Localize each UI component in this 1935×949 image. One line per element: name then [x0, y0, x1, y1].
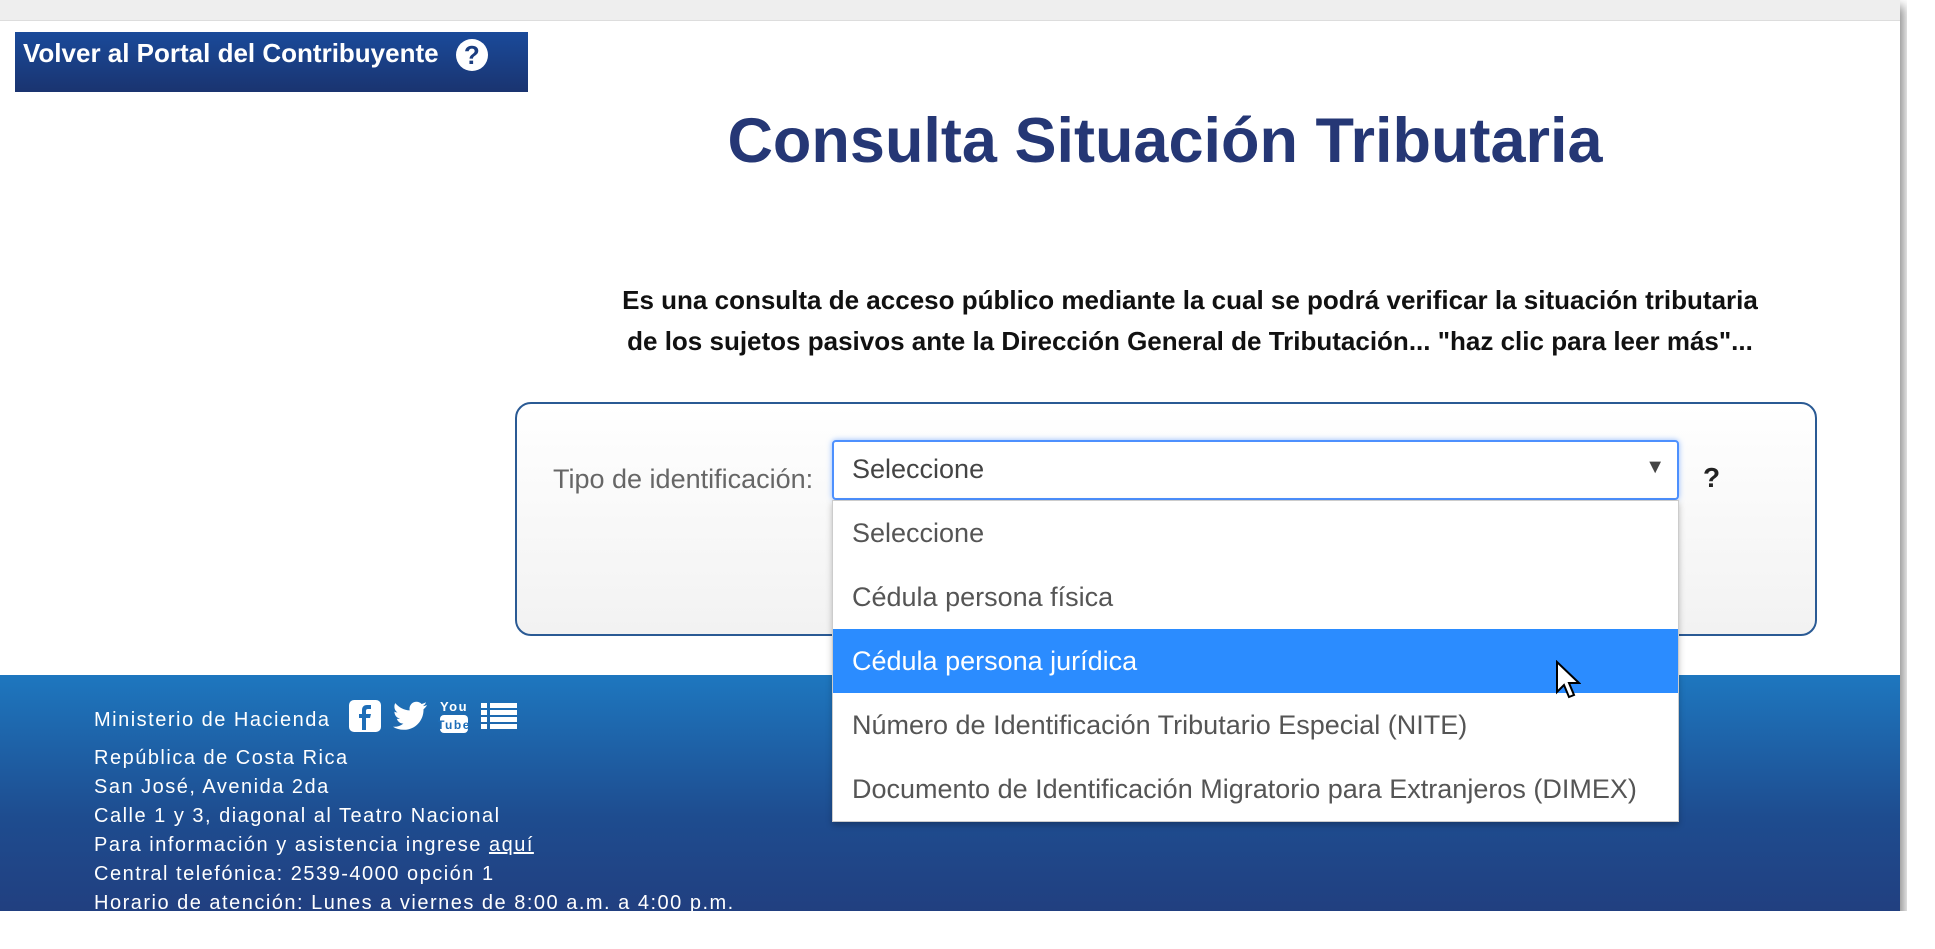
intro-line-1: Es una consulta de acceso público median…: [622, 285, 1758, 315]
id-type-selected-value: Seleccione: [852, 454, 985, 484]
footer-address-1: San José, Avenida 2da: [94, 776, 330, 798]
back-to-portal-button[interactable]: Volver al Portal del Contribuyente ?: [15, 32, 528, 92]
intro-text[interactable]: Es una consulta de acceso público median…: [520, 280, 1860, 362]
id-type-label: Tipo de identificación:: [553, 464, 814, 494]
option-nite[interactable]: Número de Identificación Tributario Espe…: [833, 693, 1678, 757]
list-icon[interactable]: [480, 701, 518, 740]
torn-edge-bottom: [0, 911, 1935, 949]
page: Volver al Portal del Contribuyente ? Con…: [0, 0, 1900, 920]
id-type-help-icon[interactable]: ?: [1703, 462, 1720, 494]
intro-line-2: de los sujetos pasivos ante la Dirección…: [627, 326, 1753, 356]
twitter-icon[interactable]: [392, 701, 428, 740]
mouse-pointer-icon: [1555, 659, 1582, 705]
svg-text:You: You: [439, 699, 467, 714]
id-type-dropdown-list: Seleccione Cédula persona física Cédula …: [832, 500, 1679, 822]
footer-info-link[interactable]: aquí: [489, 834, 534, 856]
option-cedula-fisica[interactable]: Cédula persona física: [833, 565, 1678, 629]
dropdown-arrow-icon: ▼: [1645, 456, 1665, 478]
youtube-icon[interactable]: You Tube: [437, 697, 470, 744]
id-type-select[interactable]: Seleccione ▼: [832, 440, 1679, 500]
footer-country: República de Costa Rica: [94, 747, 349, 769]
footer-phone: Central telefónica: 2539-4000 opción 1: [94, 863, 495, 885]
facebook-icon[interactable]: [348, 699, 382, 742]
back-to-portal-label: Volver al Portal del Contribuyente: [23, 38, 439, 68]
footer-ministry: Ministerio de Hacienda: [94, 708, 331, 731]
footer-address-2: Calle 1 y 3, diagonal al Teatro Nacional: [94, 805, 501, 827]
social-links: You Tube: [348, 697, 518, 744]
page-title: Consulta Situación Tributaria: [727, 106, 1603, 176]
top-strip: [0, 0, 1900, 21]
option-cedula-juridica[interactable]: Cédula persona jurídica: [833, 629, 1678, 693]
footer-info-text: Para información y asistencia ingrese: [94, 834, 482, 856]
option-seleccione[interactable]: Seleccione: [833, 501, 1678, 565]
help-icon[interactable]: ?: [455, 39, 488, 72]
svg-text:Tube: Tube: [438, 718, 470, 732]
option-dimex[interactable]: Documento de Identificación Migratorio p…: [833, 757, 1678, 821]
torn-edge-right: [1907, 0, 1935, 949]
